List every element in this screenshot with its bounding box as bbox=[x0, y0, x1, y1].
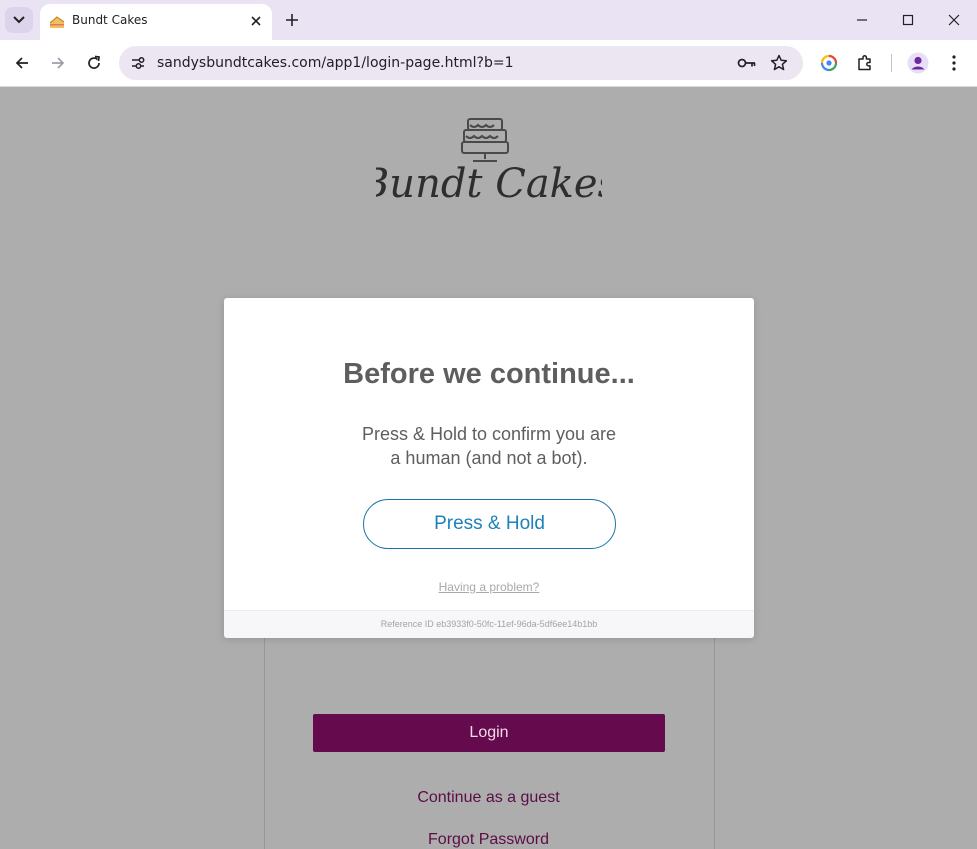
maximize-button[interactable] bbox=[893, 5, 923, 35]
password-key-icon bbox=[737, 58, 756, 68]
tab-search-button[interactable] bbox=[5, 7, 33, 33]
site-info-button[interactable] bbox=[127, 52, 149, 74]
minimize-icon bbox=[857, 19, 867, 21]
minimize-button[interactable] bbox=[847, 5, 877, 35]
close-window-icon bbox=[948, 14, 960, 26]
reference-id: Reference ID eb3933f0-50fc-11ef-96da-5df… bbox=[380, 619, 598, 629]
menu-icon bbox=[952, 55, 956, 71]
browser-tab-bar: Bundt Cakes bbox=[0, 0, 977, 40]
continue-as-guest-link[interactable]: Continue as a guest bbox=[264, 789, 713, 807]
close-tab-icon bbox=[251, 16, 261, 26]
browser-menu-button[interactable] bbox=[941, 50, 967, 76]
toolbar-separator bbox=[891, 54, 892, 72]
bundt-cakes-logo: Bundt Cakes bbox=[376, 118, 602, 207]
tab-dropdown-icon bbox=[13, 16, 25, 24]
site-info-icon bbox=[132, 57, 145, 69]
profile-button[interactable] bbox=[905, 50, 931, 76]
reload-button[interactable] bbox=[80, 49, 108, 77]
press-and-hold-button[interactable]: Press & Hold bbox=[363, 499, 616, 549]
human-verification-modal: Before we continue... Press & Hold to co… bbox=[224, 298, 754, 638]
back-icon bbox=[15, 57, 28, 69]
modal-text-line-1: Press & Hold to confirm you are bbox=[361, 424, 617, 444]
back-button[interactable] bbox=[8, 49, 36, 77]
logo-text: Bundt Cakes bbox=[376, 161, 602, 207]
new-tab-button[interactable] bbox=[280, 8, 304, 32]
bookmark-button[interactable] bbox=[768, 52, 790, 74]
maximize-icon bbox=[902, 14, 914, 26]
close-tab-button[interactable] bbox=[248, 13, 264, 29]
close-window-button[interactable] bbox=[939, 5, 969, 35]
modal-footer: Reference ID eb3933f0-50fc-11ef-96da-5df… bbox=[224, 610, 754, 638]
modal-instructions: Press & Hold to confirm you are a human … bbox=[339, 422, 639, 470]
address-bar[interactable]: sandysbundtcakes.com/app1/login-page.htm… bbox=[119, 46, 803, 80]
bookmark-star-icon bbox=[770, 54, 788, 71]
password-manager-button[interactable] bbox=[736, 52, 758, 74]
google-lens-icon bbox=[820, 54, 838, 72]
extensions-icon bbox=[858, 55, 871, 71]
cake-favicon-icon bbox=[49, 16, 65, 28]
page-viewport: Bundt Cakes Login Continue as a guest Fo… bbox=[0, 87, 977, 849]
google-lens-button[interactable] bbox=[816, 50, 842, 76]
login-button[interactable]: Login bbox=[313, 714, 665, 752]
extensions-button[interactable] bbox=[852, 50, 878, 76]
url-text: sandysbundtcakes.com/app1/login-page.htm… bbox=[157, 55, 514, 71]
profile-icon bbox=[907, 52, 929, 74]
forward-icon bbox=[52, 57, 65, 69]
tab-title: Bundt Cakes bbox=[72, 13, 148, 27]
modal-text-line-2: a human (and not a bot). bbox=[390, 448, 588, 468]
forgot-password-link[interactable]: Forgot Password bbox=[264, 831, 713, 849]
having-a-problem-link[interactable]: Having a problem? bbox=[224, 580, 754, 594]
reload-icon bbox=[88, 55, 100, 69]
browser-toolbar: sandysbundtcakes.com/app1/login-page.htm… bbox=[0, 40, 977, 87]
forward-button[interactable] bbox=[44, 49, 72, 77]
modal-title: Before we continue... bbox=[343, 358, 635, 390]
new-tab-icon bbox=[286, 14, 298, 26]
active-tab[interactable]: Bundt Cakes bbox=[40, 4, 272, 40]
